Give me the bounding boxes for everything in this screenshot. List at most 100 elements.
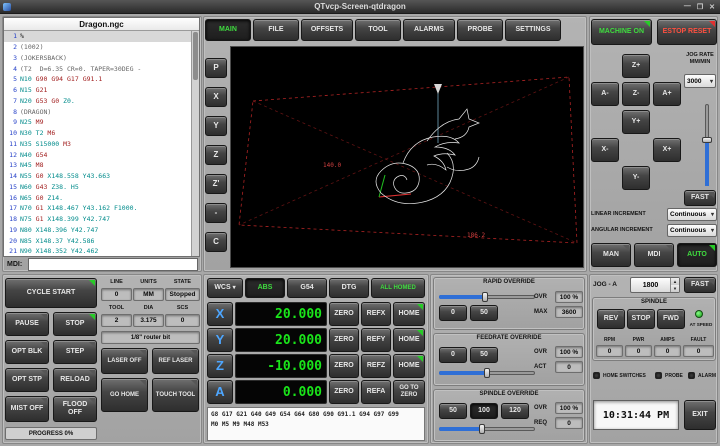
gcode-line[interactable]: 15N60 G43 Z38. H5 bbox=[4, 182, 191, 193]
tab-offsets[interactable]: OFFSETS bbox=[301, 19, 353, 41]
mdi-input[interactable] bbox=[28, 258, 198, 271]
rapid-50-button[interactable]: 50 bbox=[470, 305, 498, 321]
toolpath-preview[interactable]: 186.2 140.0 bbox=[230, 46, 584, 268]
spindle-120-button[interactable]: 120 bbox=[501, 403, 529, 419]
stop-button[interactable]: STOP bbox=[53, 312, 97, 336]
mist-button[interactable]: MIST OFF bbox=[5, 396, 49, 422]
go-home-button[interactable]: GO HOME bbox=[101, 378, 148, 412]
laser-button[interactable]: LASER OFF bbox=[101, 348, 148, 374]
home-x-button[interactable]: HOME bbox=[393, 302, 425, 326]
axis-y-button[interactable]: Y bbox=[207, 328, 233, 352]
gcode-line[interactable]: 17N70 G1 X148.467 Y43.162 F1000. bbox=[4, 203, 191, 214]
angular-increment-combobox[interactable]: Continuous ▾ bbox=[667, 224, 717, 237]
jog-rate-slider[interactable] bbox=[701, 104, 713, 186]
spindle-reverse-button[interactable]: REV bbox=[597, 309, 625, 329]
optional-stop-button[interactable]: OPT STP bbox=[5, 368, 49, 392]
zero-y-button[interactable]: ZERO bbox=[329, 328, 359, 352]
zero-z-button[interactable]: ZERO bbox=[329, 354, 359, 378]
gcode-line[interactable]: 2(1002) bbox=[4, 42, 191, 53]
tab-tool[interactable]: TOOL bbox=[355, 19, 401, 41]
zero-a-button[interactable]: ZERO bbox=[329, 380, 359, 404]
gcode-line[interactable]: 21N90 X148.352 Y42.462 bbox=[4, 246, 191, 256]
gcode-line[interactable]: 8(DRAGON) bbox=[4, 106, 191, 117]
view-z2-button[interactable]: Z' bbox=[205, 174, 227, 194]
gcode-line[interactable]: 18N75 G1 X148.399 Y42.747 bbox=[4, 214, 191, 225]
minimize-icon[interactable]: — bbox=[684, 3, 691, 11]
gcode-line[interactable]: 7N20 G53 G0 Z0. bbox=[4, 96, 191, 107]
spin-down-icon[interactable]: ▾ bbox=[671, 285, 679, 292]
touch-tool-button[interactable]: TOUCH TOOL bbox=[152, 378, 199, 412]
jog-a-plus-button[interactable]: A+ bbox=[653, 82, 681, 106]
jog-x-minus-button[interactable]: X- bbox=[591, 138, 619, 162]
gcode-line[interactable]: 16N65 G0 Z14. bbox=[4, 192, 191, 203]
axis-z-button[interactable]: Z bbox=[207, 354, 233, 378]
home-y-button[interactable]: HOME bbox=[393, 328, 425, 352]
pause-button[interactable]: PAUSE bbox=[5, 312, 49, 336]
goto-zero-a-button[interactable]: GO TO ZERO bbox=[393, 380, 425, 404]
gcode-line[interactable]: 4(T2 D=6.35 CR=0. TAPER=30DEG - bbox=[4, 63, 191, 74]
jog-z-plus-button[interactable]: Z+ bbox=[622, 54, 650, 78]
cycle-start-button[interactable]: CYCLE START bbox=[5, 278, 97, 308]
gcode-line[interactable]: 6N15 G21 bbox=[4, 85, 191, 96]
spindle-100-button[interactable]: 100 bbox=[470, 403, 498, 419]
flood-button[interactable]: FLOOD OFF bbox=[53, 396, 97, 422]
jog-y-minus-button[interactable]: Y- bbox=[622, 166, 650, 190]
clear-view-button[interactable]: C bbox=[205, 232, 227, 252]
gcode-line[interactable]: 5N10 G90 G94 G17 G91.1 bbox=[4, 74, 191, 85]
mode-manual-button[interactable]: MAN bbox=[591, 243, 631, 267]
jog-rate-combobox[interactable]: 3000 ▾ bbox=[684, 74, 716, 88]
mode-mdi-button[interactable]: MDI bbox=[634, 243, 674, 267]
view-perspective-button[interactable]: P bbox=[205, 58, 227, 78]
gcode-line[interactable]: 20N85 X148.37 Y42.586 bbox=[4, 235, 191, 246]
tab-probe[interactable]: PROBE bbox=[457, 19, 503, 41]
axis-a-button[interactable]: A bbox=[207, 380, 233, 404]
rapid-override-slider[interactable] bbox=[439, 292, 535, 302]
spindle-forward-button[interactable]: FWD bbox=[657, 309, 685, 329]
optional-block-button[interactable]: OPT BLK bbox=[5, 340, 49, 364]
spin-up-icon[interactable]: ▴ bbox=[671, 278, 679, 285]
ref-a-button[interactable]: REFA bbox=[361, 380, 391, 404]
ref-laser-button[interactable]: REF LASER bbox=[152, 348, 199, 374]
jog-a-spinbox[interactable]: 1800 ▴ ▾ bbox=[630, 277, 680, 293]
slider-handle[interactable] bbox=[479, 424, 485, 434]
jog-z-minus-button[interactable]: Z- bbox=[622, 82, 650, 106]
gcode-line[interactable]: 13N45 M8 bbox=[4, 160, 191, 171]
tab-alarms[interactable]: ALARMS bbox=[403, 19, 455, 41]
wcs-g54-button[interactable]: G54 bbox=[287, 278, 327, 298]
feed-0-button[interactable]: 0 bbox=[439, 347, 467, 363]
tab-file[interactable]: FILE bbox=[253, 19, 299, 41]
gcode-line[interactable]: 9N25 M9 bbox=[4, 117, 191, 128]
abs-button[interactable]: ABS bbox=[245, 278, 285, 298]
linear-increment-combobox[interactable]: Continuous ▾ bbox=[667, 208, 717, 221]
gcode-line[interactable]: 12N40 G54 bbox=[4, 149, 191, 160]
slider-handle[interactable] bbox=[482, 292, 488, 302]
dtg-button[interactable]: DTG bbox=[329, 278, 369, 298]
gcode-line[interactable]: 11N35 S15000 M3 bbox=[4, 139, 191, 150]
spindle-50-button[interactable]: 50 bbox=[439, 403, 467, 419]
view-y-button[interactable]: Y bbox=[205, 116, 227, 136]
feed-override-slider[interactable] bbox=[439, 368, 535, 378]
step-button[interactable]: STEP bbox=[53, 340, 97, 364]
ref-y-button[interactable]: REFY bbox=[361, 328, 391, 352]
gcode-line[interactable]: 19N80 X148.396 Y42.747 bbox=[4, 225, 191, 236]
close-icon[interactable]: ✕ bbox=[709, 3, 715, 11]
spindle-override-slider[interactable] bbox=[439, 424, 535, 434]
jog-y-plus-button[interactable]: Y+ bbox=[622, 110, 650, 134]
view-x-button[interactable]: X bbox=[205, 87, 227, 107]
spindle-stop-button[interactable]: STOP bbox=[627, 309, 655, 329]
mode-auto-button[interactable]: AUTO bbox=[677, 243, 717, 267]
gcode-list[interactable]: 1%2(1002)3(JOKERSBACK)4(T2 D=6.35 CR=0. … bbox=[4, 31, 191, 256]
jog-a-minus-button[interactable]: A- bbox=[591, 82, 619, 106]
gcode-line[interactable]: 3(JOKERSBACK) bbox=[4, 53, 191, 64]
scrollbar-thumb[interactable] bbox=[193, 32, 198, 80]
gcode-line[interactable]: 14N55 G0 X148.558 Y43.663 bbox=[4, 171, 191, 182]
estop-reset-button[interactable]: ESTOP RESET bbox=[657, 19, 717, 45]
jog-a-fast-button[interactable]: FAST bbox=[684, 277, 716, 293]
ref-x-button[interactable]: REFX bbox=[361, 302, 391, 326]
gcode-line[interactable]: 10N30 T2 M6 bbox=[4, 128, 191, 139]
gcode-scrollbar[interactable] bbox=[191, 31, 199, 256]
wcs-dropdown-button[interactable]: WCS ▾ bbox=[207, 278, 243, 298]
gcode-line[interactable]: 1% bbox=[4, 31, 191, 42]
tab-main[interactable]: MAIN bbox=[205, 19, 251, 41]
exit-button[interactable]: EXIT bbox=[684, 400, 716, 430]
